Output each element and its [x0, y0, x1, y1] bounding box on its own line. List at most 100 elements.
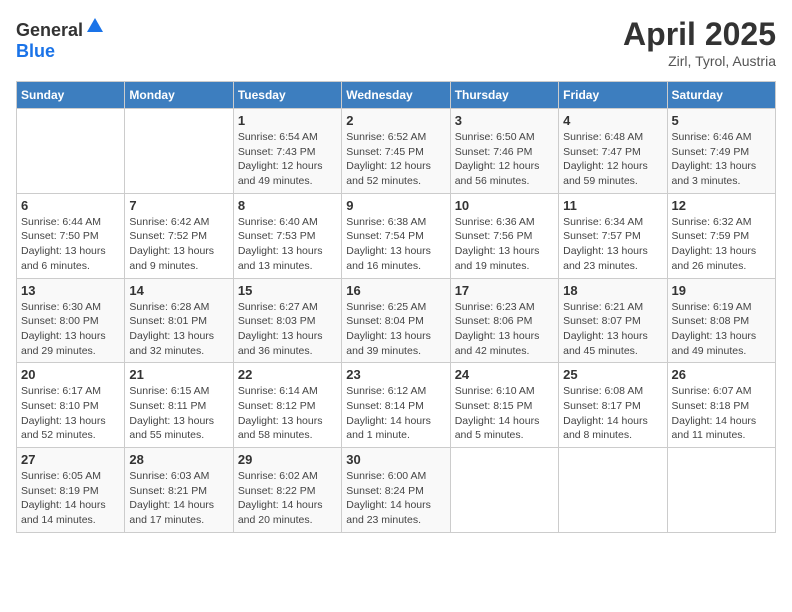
day-number: 24	[455, 367, 554, 382]
calendar-table: SundayMondayTuesdayWednesdayThursdayFrid…	[16, 81, 776, 533]
day-number: 29	[238, 452, 337, 467]
calendar-cell: 8 Sunrise: 6:40 AMSunset: 7:53 PMDaylight…	[233, 193, 341, 278]
day-number: 22	[238, 367, 337, 382]
day-info: Sunrise: 6:46 AMSunset: 7:49 PMDaylight:…	[672, 130, 771, 189]
day-info: Sunrise: 6:52 AMSunset: 7:45 PMDaylight:…	[346, 130, 445, 189]
day-number: 23	[346, 367, 445, 382]
calendar-cell: 27Sunrise: 6:05 AMSunset: 8:19 PMDayligh…	[17, 448, 125, 533]
calendar-cell: 9 Sunrise: 6:38 AMSunset: 7:54 PMDaylight…	[342, 193, 450, 278]
day-info: Sunrise: 6:23 AMSunset: 8:06 PMDaylight:…	[455, 300, 554, 359]
day-info: Sunrise: 6:36 AMSunset: 7:56 PMDaylight:…	[455, 215, 554, 274]
day-info: Sunrise: 6:21 AMSunset: 8:07 PMDaylight:…	[563, 300, 662, 359]
calendar-cell: 28Sunrise: 6:03 AMSunset: 8:21 PMDayligh…	[125, 448, 233, 533]
day-number: 27	[21, 452, 120, 467]
logo-blue-text: Blue	[16, 41, 55, 61]
day-number: 12	[672, 198, 771, 213]
day-number: 11	[563, 198, 662, 213]
day-info: Sunrise: 6:07 AMSunset: 8:18 PMDaylight:…	[672, 384, 771, 443]
day-number: 15	[238, 283, 337, 298]
day-info: Sunrise: 6:03 AMSunset: 8:21 PMDaylight:…	[129, 469, 228, 528]
day-number: 21	[129, 367, 228, 382]
logo: General Blue	[16, 16, 105, 62]
calendar-cell	[559, 448, 667, 533]
calendar-cell: 10 Sunrise: 6:36 AMSunset: 7:56 PMDayligh…	[450, 193, 558, 278]
day-number: 17	[455, 283, 554, 298]
day-of-week-header: Friday	[559, 82, 667, 109]
day-number: 10	[455, 198, 554, 213]
day-info: Sunrise: 6:12 AMSunset: 8:14 PMDaylight:…	[346, 384, 445, 443]
calendar-cell: 30 Sunrise: 6:00 AMSunset: 8:24 PMDayligh…	[342, 448, 450, 533]
day-info: Sunrise: 6:34 AMSunset: 7:57 PMDaylight:…	[563, 215, 662, 274]
day-info: Sunrise: 6:32 AMSunset: 7:59 PMDaylight:…	[672, 215, 771, 274]
calendar-cell: 18Sunrise: 6:21 AMSunset: 8:07 PMDayligh…	[559, 278, 667, 363]
day-info: Sunrise: 6:40 AMSunset: 7:53 PMDaylight:…	[238, 215, 337, 274]
calendar-cell	[450, 448, 558, 533]
calendar-week-row: 27Sunrise: 6:05 AMSunset: 8:19 PMDayligh…	[17, 448, 776, 533]
calendar-header-row: SundayMondayTuesdayWednesdayThursdayFrid…	[17, 82, 776, 109]
calendar-cell: 12 Sunrise: 6:32 AMSunset: 7:59 PMDayligh…	[667, 193, 775, 278]
day-info: Sunrise: 6:50 AMSunset: 7:46 PMDaylight:…	[455, 130, 554, 189]
day-info: Sunrise: 6:02 AMSunset: 8:22 PMDaylight:…	[238, 469, 337, 528]
day-of-week-header: Monday	[125, 82, 233, 109]
day-info: Sunrise: 6:42 AMSunset: 7:52 PMDaylight:…	[129, 215, 228, 274]
day-number: 13	[21, 283, 120, 298]
calendar-cell: 20 Sunrise: 6:17 AMSunset: 8:10 PMDayligh…	[17, 363, 125, 448]
day-info: Sunrise: 6:48 AMSunset: 7:47 PMDaylight:…	[563, 130, 662, 189]
day-number: 26	[672, 367, 771, 382]
day-info: Sunrise: 6:19 AMSunset: 8:08 PMDaylight:…	[672, 300, 771, 359]
day-number: 19	[672, 283, 771, 298]
calendar-cell: 29 Sunrise: 6:02 AMSunset: 8:22 PMDayligh…	[233, 448, 341, 533]
day-of-week-header: Sunday	[17, 82, 125, 109]
day-of-week-header: Tuesday	[233, 82, 341, 109]
day-of-week-header: Thursday	[450, 82, 558, 109]
calendar-cell: 24Sunrise: 6:10 AMSunset: 8:15 PMDayligh…	[450, 363, 558, 448]
calendar-cell: 22 Sunrise: 6:14 AMSunset: 8:12 PMDayligh…	[233, 363, 341, 448]
page-header: General Blue April 2025 Zirl, Tyrol, Aus…	[16, 16, 776, 69]
day-number: 20	[21, 367, 120, 382]
calendar-cell: 3Sunrise: 6:50 AMSunset: 7:46 PMDaylight…	[450, 109, 558, 194]
day-number: 30	[346, 452, 445, 467]
day-info: Sunrise: 6:38 AMSunset: 7:54 PMDaylight:…	[346, 215, 445, 274]
day-info: Sunrise: 6:15 AMSunset: 8:11 PMDaylight:…	[129, 384, 228, 443]
day-number: 1	[238, 113, 337, 128]
day-info: Sunrise: 6:00 AMSunset: 8:24 PMDaylight:…	[346, 469, 445, 528]
calendar-cell: 7Sunrise: 6:42 AMSunset: 7:52 PMDaylight…	[125, 193, 233, 278]
day-info: Sunrise: 6:44 AMSunset: 7:50 PMDaylight:…	[21, 215, 120, 274]
day-number: 2	[346, 113, 445, 128]
calendar-cell	[667, 448, 775, 533]
calendar-cell: 17 Sunrise: 6:23 AMSunset: 8:06 PMDayligh…	[450, 278, 558, 363]
day-number: 9	[346, 198, 445, 213]
logo-general-text: General	[16, 20, 83, 40]
calendar-cell: 15 Sunrise: 6:27 AMSunset: 8:03 PMDayligh…	[233, 278, 341, 363]
calendar-cell: 5 Sunrise: 6:46 AMSunset: 7:49 PMDaylight…	[667, 109, 775, 194]
calendar-cell: 13 Sunrise: 6:30 AMSunset: 8:00 PMDayligh…	[17, 278, 125, 363]
calendar-cell: 6 Sunrise: 6:44 AMSunset: 7:50 PMDaylight…	[17, 193, 125, 278]
day-number: 6	[21, 198, 120, 213]
day-info: Sunrise: 6:14 AMSunset: 8:12 PMDaylight:…	[238, 384, 337, 443]
day-info: Sunrise: 6:27 AMSunset: 8:03 PMDaylight:…	[238, 300, 337, 359]
day-info: Sunrise: 6:54 AMSunset: 7:43 PMDaylight:…	[238, 130, 337, 189]
day-number: 16	[346, 283, 445, 298]
title-block: April 2025 Zirl, Tyrol, Austria	[623, 16, 776, 69]
day-info: Sunrise: 6:17 AMSunset: 8:10 PMDaylight:…	[21, 384, 120, 443]
calendar-cell: 2 Sunrise: 6:52 AMSunset: 7:45 PMDaylight…	[342, 109, 450, 194]
calendar-cell: 14Sunrise: 6:28 AMSunset: 8:01 PMDayligh…	[125, 278, 233, 363]
calendar-cell: 19 Sunrise: 6:19 AMSunset: 8:08 PMDayligh…	[667, 278, 775, 363]
day-of-week-header: Wednesday	[342, 82, 450, 109]
day-info: Sunrise: 6:30 AMSunset: 8:00 PMDaylight:…	[21, 300, 120, 359]
calendar-week-row: 6 Sunrise: 6:44 AMSunset: 7:50 PMDaylight…	[17, 193, 776, 278]
calendar-week-row: 1 Sunrise: 6:54 AMSunset: 7:43 PMDaylight…	[17, 109, 776, 194]
day-number: 25	[563, 367, 662, 382]
day-number: 4	[563, 113, 662, 128]
calendar-cell: 4 Sunrise: 6:48 AMSunset: 7:47 PMDaylight…	[559, 109, 667, 194]
day-of-week-header: Saturday	[667, 82, 775, 109]
calendar-cell: 21 Sunrise: 6:15 AMSunset: 8:11 PMDayligh…	[125, 363, 233, 448]
calendar-cell: 23 Sunrise: 6:12 AMSunset: 8:14 PMDayligh…	[342, 363, 450, 448]
calendar-cell: 26 Sunrise: 6:07 AMSunset: 8:18 PMDayligh…	[667, 363, 775, 448]
day-number: 8	[238, 198, 337, 213]
calendar-cell	[125, 109, 233, 194]
day-info: Sunrise: 6:28 AMSunset: 8:01 PMDaylight:…	[129, 300, 228, 359]
day-number: 5	[672, 113, 771, 128]
calendar-cell: 11 Sunrise: 6:34 AMSunset: 7:57 PMDayligh…	[559, 193, 667, 278]
day-info: Sunrise: 6:08 AMSunset: 8:17 PMDaylight:…	[563, 384, 662, 443]
